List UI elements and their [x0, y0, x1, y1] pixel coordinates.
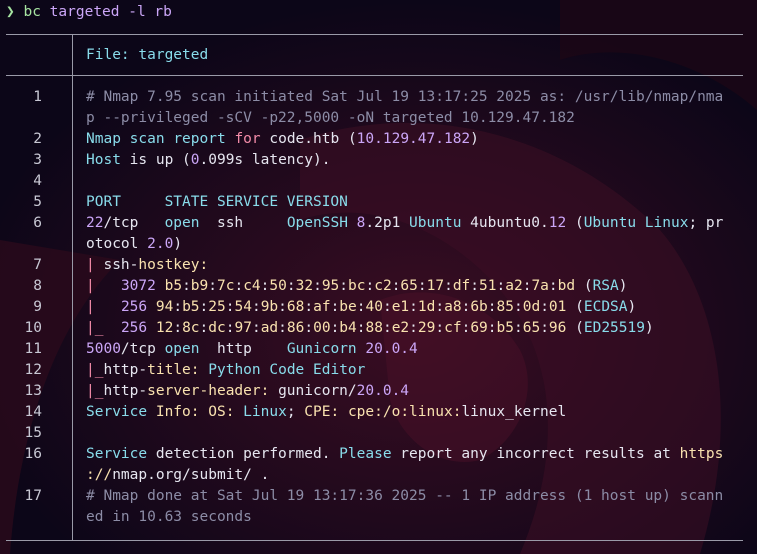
code-line: 2 Nmap scan report for code.htb (10.129.4…	[0, 129, 757, 150]
line-number: 1	[33, 89, 42, 105]
line-text: p --privileged -sCV -p22,5000 -oN target…	[86, 110, 575, 126]
prompt-symbol: ❯	[6, 4, 15, 20]
line-text: PORT STATE SERVICE VERSION	[86, 194, 348, 210]
line-number: 10	[24, 320, 42, 336]
header-bottom-border	[6, 75, 743, 76]
code-line: 5 PORT STATE SERVICE VERSION	[0, 192, 757, 213]
line-number: 6	[33, 215, 42, 231]
line-text: ://nmap.org/submit/ .	[86, 467, 270, 483]
line-text: |_http-title: Python Code Editor	[86, 362, 366, 378]
line-text: 22/tcp open ssh OpenSSH 8.2p1 Ubuntu 4ub…	[86, 215, 724, 231]
line-text: # Nmap done at Sat Jul 19 13:17:36 2025 …	[86, 488, 724, 504]
line-number: 4	[33, 173, 42, 189]
line-text: |_ 256 12:8c:dc:97:ad:86:00:b4:88:e2:29:…	[86, 320, 654, 336]
footer-border	[6, 540, 743, 541]
line-text: Service Info: OS: Linux; CPE: cpe:/o:lin…	[86, 404, 567, 420]
line-number: 11	[24, 341, 42, 357]
prompt-command: bc	[23, 4, 41, 20]
line-number: 13	[24, 383, 42, 399]
line-number: 17	[24, 488, 42, 504]
line-text: Service detection performed. Please repo…	[86, 446, 724, 462]
code-line: 12 |_http-title: Python Code Editor	[0, 360, 757, 381]
code-line: 9 | 256 94:b5:25:54:9b:68:af:be:40:e1:1d:…	[0, 297, 757, 318]
line-number: 14	[24, 404, 42, 420]
code-line: 16 Service detection performed. Please re…	[0, 444, 757, 465]
code-line: ed in 10.63 seconds	[0, 507, 757, 528]
line-text: otocol 2.0)	[86, 236, 183, 252]
file-header: File: targeted	[86, 45, 208, 66]
line-text: | 3072 b5:b9:7c:c4:50:32:95:bc:c2:65:17:…	[86, 278, 628, 294]
code-line: ://nmap.org/submit/ .	[0, 465, 757, 486]
line-text: Host is up (0.099s latency).	[86, 152, 331, 168]
code-line: 3 Host is up (0.099s latency).	[0, 150, 757, 171]
code-line: 7 | ssh-hostkey:	[0, 255, 757, 276]
shell-prompt: ❯ bc targeted -l rb	[6, 2, 172, 23]
line-text: ed in 10.63 seconds	[86, 509, 252, 525]
file-name: targeted	[138, 47, 209, 63]
line-text: Nmap scan report for code.htb (10.129.47…	[86, 131, 479, 147]
line-number: 12	[24, 362, 42, 378]
code-line: 14 Service Info: OS: Linux; CPE: cpe:/o:l…	[0, 402, 757, 423]
file-label: File:	[86, 47, 130, 63]
line-number: 3	[33, 152, 42, 168]
line-text: # Nmap 7.95 scan initiated Sat Jul 19 13…	[86, 89, 724, 105]
line-number: 9	[33, 299, 42, 315]
line-number: 7	[33, 257, 42, 273]
code-line: 13 |_http-server-header: gunicorn/20.0.4	[0, 381, 757, 402]
code-line: 15	[0, 423, 757, 444]
line-text: | 256 94:b5:25:54:9b:68:af:be:40:e1:1d:a…	[86, 299, 637, 315]
code-line: 10 |_ 256 12:8c:dc:97:ad:86:00:b4:88:e2:2…	[0, 318, 757, 339]
code-line: 1 # Nmap 7.95 scan initiated Sat Jul 19 1…	[0, 87, 757, 108]
code-line: 6 22/tcp open ssh OpenSSH 8.2p1 Ubuntu 4u…	[0, 213, 757, 234]
line-number: 5	[33, 194, 42, 210]
code-line: 8 | 3072 b5:b9:7c:c4:50:32:95:bc:c2:65:17…	[0, 276, 757, 297]
header-top-border	[6, 34, 743, 35]
line-text: | ssh-hostkey:	[86, 257, 209, 273]
code-line: 11 5000/tcp open http Gunicorn 20.0.4	[0, 339, 757, 360]
line-number: 16	[24, 446, 42, 462]
prompt-args: targeted -l rb	[49, 4, 172, 20]
line-text: |_http-server-header: gunicorn/20.0.4	[86, 383, 410, 399]
code-line: p --privileged -sCV -p22,5000 -oN target…	[0, 108, 757, 129]
line-number: 8	[33, 278, 42, 294]
line-text: 5000/tcp open http Gunicorn 20.0.4	[86, 341, 418, 357]
line-number: 2	[33, 131, 42, 147]
code-line: otocol 2.0)	[0, 234, 757, 255]
line-number: 15	[24, 425, 42, 441]
code-line: 4	[0, 171, 757, 192]
code-line: 17 # Nmap done at Sat Jul 19 13:17:36 202…	[0, 486, 757, 507]
